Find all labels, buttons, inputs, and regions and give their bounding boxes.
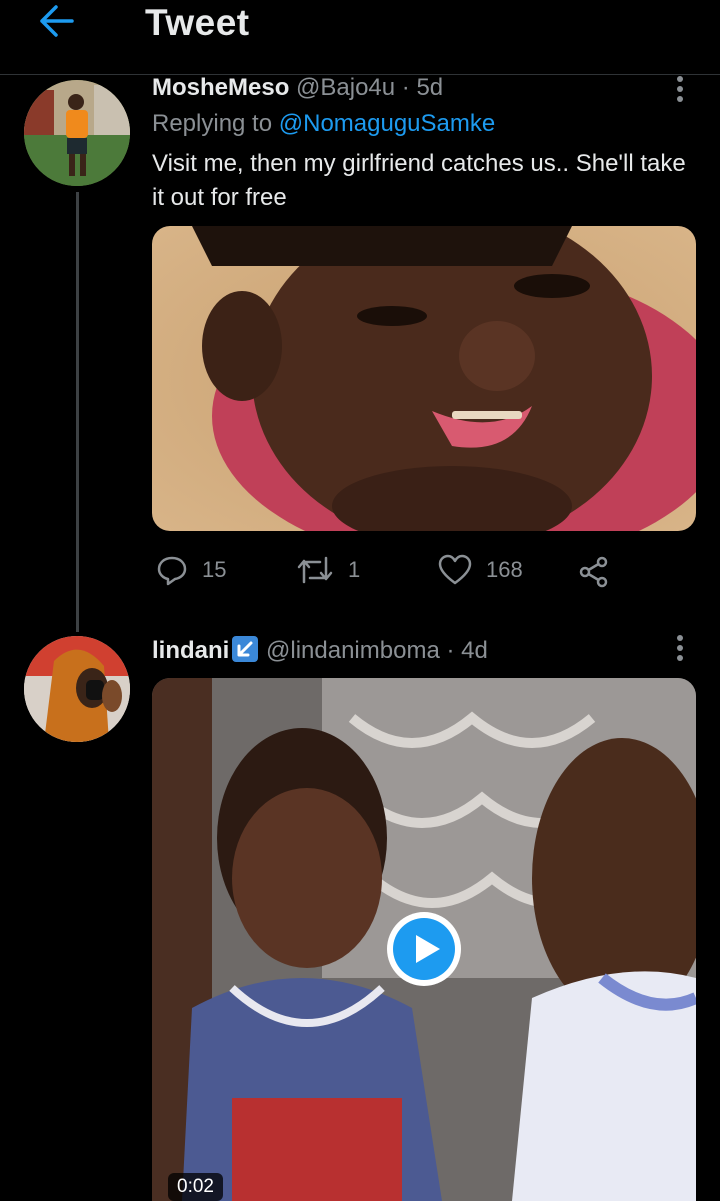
- reply-count: 15: [202, 557, 227, 582]
- tweet-text: Visit me, then my girlfriend catches us.…: [152, 150, 686, 211]
- retweet-icon: [297, 556, 333, 584]
- reply-icon: [157, 556, 187, 586]
- replying-prefix: Replying to: [152, 110, 273, 137]
- video-duration: 0:02: [168, 1173, 223, 1201]
- avatar[interactable]: [24, 80, 130, 186]
- avatar[interactable]: [24, 636, 130, 742]
- verified-emoji-icon: [232, 636, 259, 662]
- tweet-header: MosheMeso @Bajo4u · 5d: [152, 74, 443, 102]
- handle-time: @Bajo4u · 5d: [296, 74, 444, 101]
- page-title: Tweet: [145, 2, 250, 43]
- author-name[interactable]: MosheMeso: [152, 74, 289, 101]
- heart-icon: [438, 554, 472, 585]
- like-action[interactable]: 168: [438, 554, 523, 586]
- tweet-image[interactable]: [152, 226, 696, 531]
- retweet-action[interactable]: 1: [296, 554, 360, 586]
- like-count: 168: [486, 557, 523, 582]
- mention-link[interactable]: @NomaguguSamke: [279, 110, 495, 137]
- replying-to: Replying to @NomaguguSamke: [152, 110, 495, 138]
- tweet-actions: 15 1 168: [152, 554, 692, 590]
- share-icon[interactable]: [578, 556, 610, 588]
- author-name[interactable]: lindani: [152, 637, 229, 664]
- more-options-icon[interactable]: [670, 633, 690, 663]
- reply-action[interactable]: 15: [156, 554, 226, 586]
- arrow-left-icon[interactable]: [38, 4, 74, 38]
- thread-line: [76, 192, 79, 632]
- play-button[interactable]: [385, 910, 463, 988]
- handle-time: @lindanimboma · 4d: [266, 637, 488, 664]
- retweet-count: 1: [348, 557, 361, 582]
- tweet-header: lindani @lindanimboma · 4d: [152, 635, 488, 665]
- more-options-icon[interactable]: [670, 74, 690, 104]
- top-bar: Tweet: [0, 0, 720, 75]
